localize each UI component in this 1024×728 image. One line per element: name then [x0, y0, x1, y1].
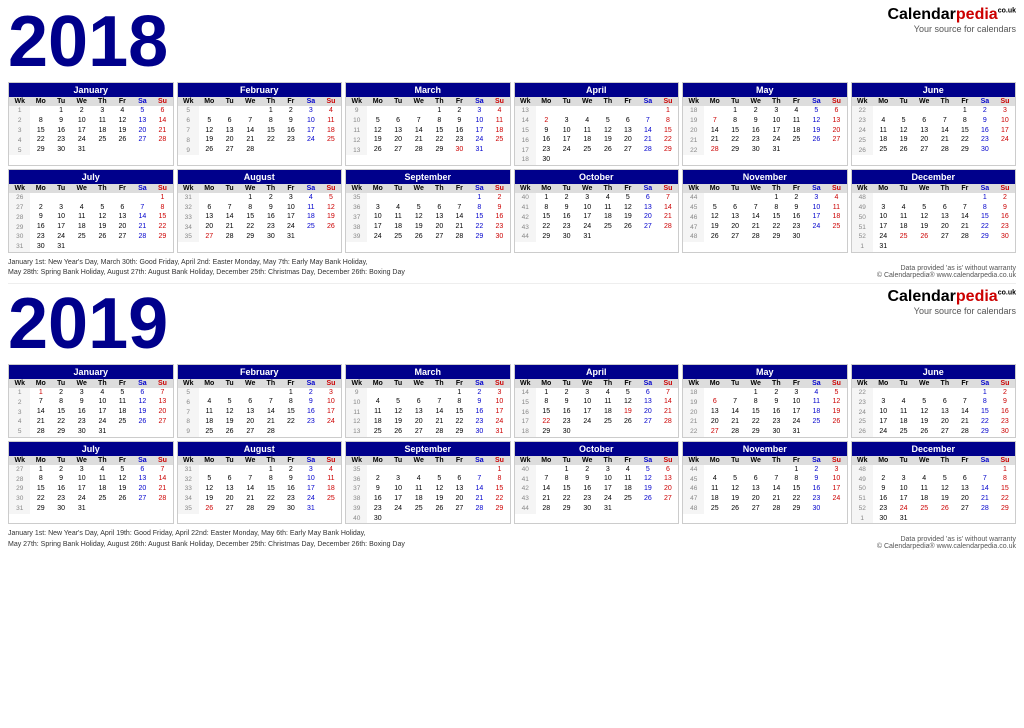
year-2018: 2018	[8, 6, 168, 78]
footer-disclaimer-2019: Data provided 'as is' without warranty ©…	[877, 536, 1016, 550]
logo-2019: Calendarpediaco.uk Your source for calen…	[887, 288, 1016, 316]
calendar-2019-bottom: July WkMoTuWeThFrSaSu 271234567 28891011…	[8, 441, 1016, 525]
footer-disclaimer-2018: Data provided 'as is' without warranty ©…	[877, 265, 1016, 279]
calendar-2018-top: January WkMoTuWeThFrSaSu 1123456 2891011…	[8, 82, 1016, 166]
notes-2018: January 1st: New Year's Day, March 30th:…	[8, 258, 405, 279]
calendar-2019-top: January WkMoTuWeThFrSaSu 11234567 278910…	[8, 364, 1016, 438]
calendar-2018-bottom: July WkMoTuWeThFrSaSu 261 272345678 2891…	[8, 169, 1016, 253]
logo-2018: Calendarpediaco.uk Your source for calen…	[887, 6, 1016, 34]
notes-2019: January 1st: New Year's Day, April 19th:…	[8, 529, 405, 550]
year-2019: 2019	[8, 288, 168, 360]
